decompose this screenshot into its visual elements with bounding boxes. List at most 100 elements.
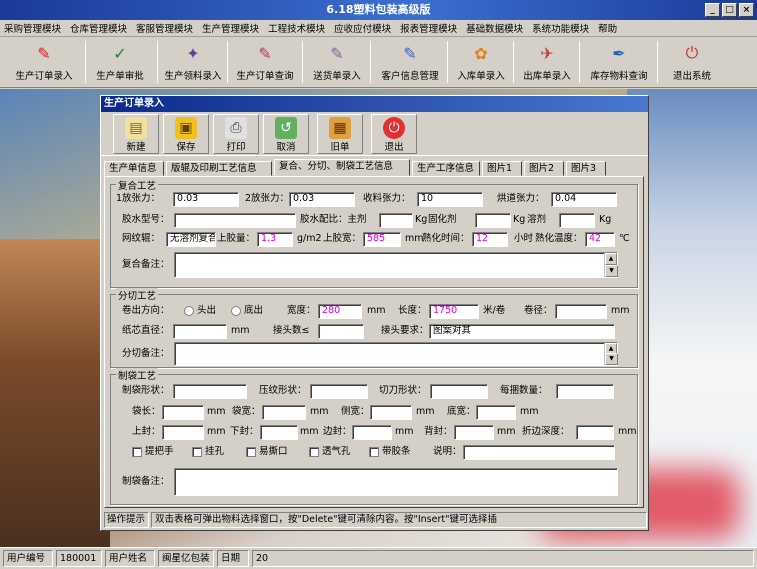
bundle-label: 每捆数量： — [500, 385, 548, 396]
menu-item-4[interactable]: 工程技术模块 — [268, 21, 325, 35]
cancel-button[interactable]: ↺ 取消 — [263, 114, 309, 154]
save-label: 保存 — [176, 142, 196, 153]
bottom-wid-field[interactable] — [476, 405, 516, 420]
adhesive-strip-checkbox[interactable] — [369, 447, 379, 457]
side-seal-field[interactable] — [352, 425, 392, 440]
tension1-field[interactable]: 0.03 — [173, 192, 239, 207]
composite-note-field[interactable]: ▲ ▼ — [174, 252, 618, 278]
toolbar-button-0[interactable]: ✎ 生产订单录入 — [4, 39, 84, 85]
cure-temp-label: 熟化温度： — [535, 233, 583, 244]
joint-req-field[interactable]: 图案对其 — [429, 324, 615, 339]
scroll-down-icon[interactable]: ▼ — [605, 353, 618, 365]
customer-icon: ✎ — [403, 43, 417, 63]
top-seal-field[interactable] — [162, 425, 204, 440]
hang-hole-checkbox[interactable] — [192, 447, 202, 457]
menu-item-8[interactable]: 系统功能模块 — [532, 21, 589, 35]
close-button[interactable]: × — [739, 3, 754, 17]
menu-item-2[interactable]: 客服管理模块 — [136, 21, 193, 35]
new-button[interactable]: ▤ 新建 — [113, 114, 159, 154]
toolbar-button-9[interactable]: ⏻ 退出系统 — [660, 39, 724, 85]
glue-type-field[interactable] — [174, 213, 296, 228]
toolbar-button-7[interactable]: ✈ 出库单录入 — [516, 39, 578, 85]
toolbar-button-2[interactable]: ✦ 生产领料录入 — [160, 39, 226, 85]
tension2-field[interactable]: 0.03 — [289, 192, 355, 207]
glue-amount-field[interactable]: 1.3 — [257, 232, 293, 247]
old-order-label: 旧单 — [330, 142, 350, 153]
tension1-label: 1放张力： — [116, 193, 161, 204]
glue-amount-unit: g/m2 — [297, 233, 322, 244]
joints-field[interactable] — [318, 324, 364, 339]
roller-field[interactable]: 无溶剂复合 — [166, 232, 216, 247]
minimize-button[interactable]: _ — [705, 3, 720, 17]
tab-process[interactable]: 生产工序信息 — [412, 161, 480, 176]
bag-len-field[interactable] — [162, 405, 204, 420]
diameter-field[interactable] — [555, 304, 607, 319]
knife-shape-field[interactable] — [430, 384, 488, 399]
tab-image3[interactable]: 图片3 — [566, 161, 606, 176]
toolbar-button-5[interactable]: ✎ 客户信息管理 — [374, 39, 446, 85]
core-field[interactable] — [173, 324, 227, 339]
back-seal-field[interactable] — [454, 425, 494, 440]
bag-shape-field[interactable] — [173, 384, 247, 399]
bundle-qty-field[interactable] — [556, 384, 614, 399]
toolbar-button-1[interactable]: ✓ 生产单审批 — [84, 39, 156, 85]
new-icon: ▤ — [125, 117, 147, 139]
maximize-button[interactable]: □ — [722, 3, 737, 17]
tail-out-radio[interactable] — [231, 306, 241, 316]
save-button[interactable]: ▣ 保存 — [163, 114, 209, 154]
fold-depth-field[interactable] — [576, 425, 614, 440]
vent-hole-checkbox[interactable] — [309, 447, 319, 457]
print-button[interactable]: ⎙ 打印 — [213, 114, 259, 154]
glue-width-field[interactable]: 585 — [363, 232, 401, 247]
status-bar: 用户编号 180001 用户姓名 闽星亿包装 日期 20 — [0, 547, 757, 569]
width-field[interactable]: 280 — [318, 304, 362, 319]
menu-item-7[interactable]: 基础数据模块 — [466, 21, 523, 35]
bagmaking-note-field[interactable] — [174, 468, 618, 496]
bag-len-label: 袋长： — [132, 406, 161, 417]
cure-time-field[interactable]: 12 — [472, 232, 508, 247]
kg-unit-2: Kg — [513, 214, 526, 225]
toolbar-button-4[interactable]: ✎ 送货单录入 — [305, 39, 369, 85]
tab-composite-slitting-bag[interactable]: 复合、分切、制袋工艺信息 — [274, 159, 410, 176]
menu-item-3[interactable]: 生产管理模块 — [202, 21, 259, 35]
roller-label: 网纹辊： — [122, 233, 161, 244]
main-agent-field[interactable] — [379, 213, 413, 228]
toolbar-label-3: 生产订单查询 — [236, 71, 294, 82]
toolbar-button-3[interactable]: ✎ 生产订单查询 — [229, 39, 301, 85]
head-out-radio[interactable] — [184, 306, 194, 316]
toolbar-button-6[interactable]: ✿ 入库单录入 — [450, 39, 512, 85]
tear-notch-checkbox[interactable] — [246, 447, 256, 457]
bottom-seal-field[interactable] — [260, 425, 298, 440]
rewind-tension-field[interactable]: 10 — [417, 192, 483, 207]
menu-item-9[interactable]: 帮助 — [598, 21, 617, 35]
length-field[interactable]: 1750 — [429, 304, 479, 319]
handle-checkbox[interactable] — [132, 447, 142, 457]
menu-item-6[interactable]: 报表管理模块 — [400, 21, 457, 35]
curing-agent-field[interactable] — [475, 213, 511, 228]
glue-ratio-label: 胶水配比：主剂 — [300, 214, 367, 225]
desc-field[interactable] — [463, 445, 615, 460]
cure-temp-field[interactable]: 42 — [585, 232, 615, 247]
oven-tension-field[interactable]: 0.04 — [551, 192, 617, 207]
toolbar-separator — [370, 41, 371, 83]
toolbar-button-8[interactable]: ✒ 库存物料查询 — [582, 39, 656, 85]
old-order-button[interactable]: ▦ 旧单 — [317, 114, 363, 154]
press-shape-field[interactable] — [310, 384, 368, 399]
tab-image1[interactable]: 图片1 — [482, 161, 522, 176]
menu-item-0[interactable]: 采购管理模块 — [4, 21, 61, 35]
tab-printing[interactable]: 版辊及印刷工艺信息 — [166, 161, 272, 176]
slitting-note-field[interactable]: ▲ ▼ — [174, 342, 618, 366]
slitting-note-scrollbar[interactable]: ▲ ▼ — [604, 343, 618, 365]
menu-item-5[interactable]: 应收应付模块 — [334, 21, 391, 35]
solvent-field[interactable] — [559, 213, 595, 228]
scroll-down-icon[interactable]: ▼ — [605, 265, 618, 277]
exit-button[interactable]: ⏻ 退出 — [371, 114, 417, 154]
tab-order-info[interactable]: 生产单信息 — [104, 161, 164, 176]
scroll-up-icon[interactable]: ▲ — [605, 253, 617, 265]
bag-wid-field[interactable] — [262, 405, 306, 420]
side-wid-field[interactable] — [370, 405, 412, 420]
bottom-wid-unit: mm — [520, 406, 539, 417]
tab-image2[interactable]: 图片2 — [524, 161, 564, 176]
menu-item-1[interactable]: 仓库管理模块 — [70, 21, 127, 35]
composite-note-scrollbar[interactable]: ▲ ▼ — [604, 253, 618, 277]
